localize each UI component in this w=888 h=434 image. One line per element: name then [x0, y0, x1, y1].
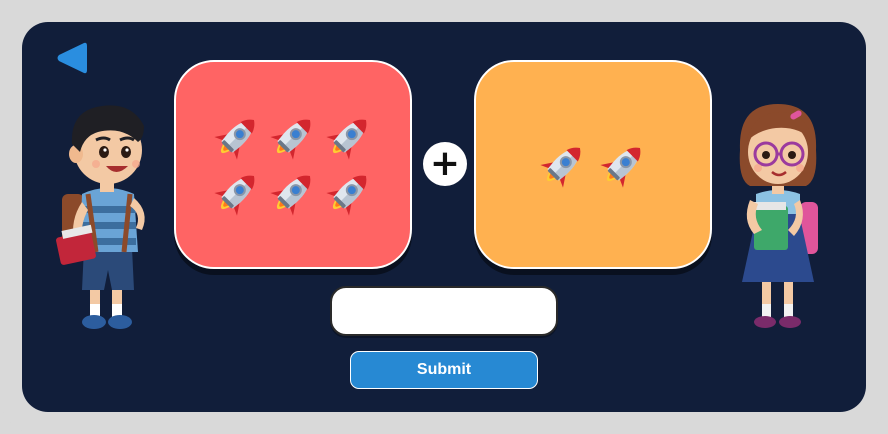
left-rocket-grid — [209, 109, 377, 221]
rocket-icon — [270, 175, 311, 216]
girl-character — [739, 104, 818, 328]
rocket-icon — [214, 175, 255, 216]
rocket-icon — [326, 175, 367, 216]
right-rocket-row — [537, 139, 649, 191]
plus-operator: + — [423, 142, 467, 186]
device-frame: + Submit — [0, 0, 888, 434]
submit-button[interactable]: Submit — [350, 351, 538, 389]
right-group-card — [474, 60, 712, 269]
rocket-icon — [600, 147, 641, 188]
game-stage: + Submit — [22, 22, 866, 412]
answer-input[interactable] — [330, 286, 558, 336]
rocket-icon — [540, 147, 581, 188]
rocket-icon — [214, 119, 255, 160]
rocket-icon — [326, 119, 367, 160]
boy-character — [56, 105, 145, 329]
rocket-icon — [270, 119, 311, 160]
left-group-card — [174, 60, 412, 269]
back-icon[interactable] — [54, 40, 88, 76]
